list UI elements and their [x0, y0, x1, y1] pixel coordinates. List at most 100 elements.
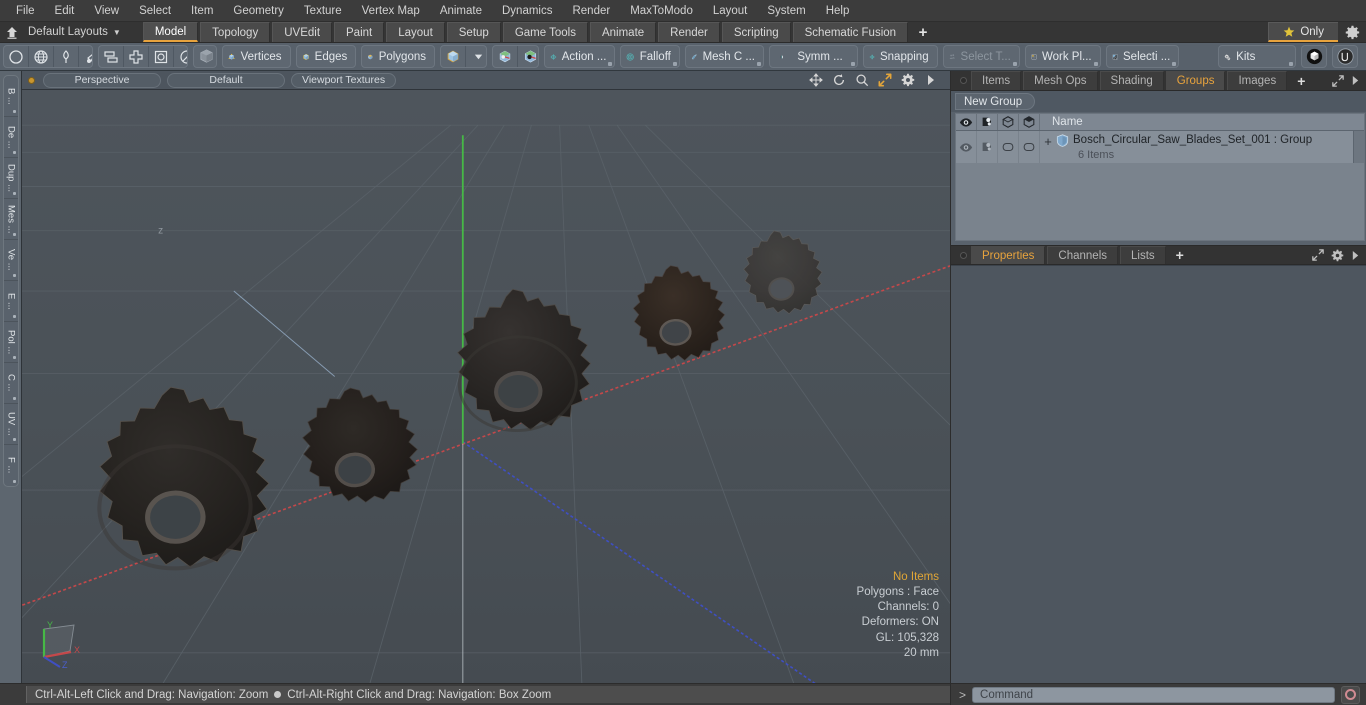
vtab-polygon[interactable]: Pol ... — [4, 322, 18, 363]
globe-icon[interactable] — [29, 46, 54, 67]
add-panel-tab-button[interactable]: + — [1289, 71, 1313, 90]
play-arrow-icon[interactable] — [924, 73, 938, 87]
menu-item-geometry[interactable]: Geometry — [223, 0, 294, 22]
snapping-inner[interactable]: Snapping — [864, 46, 937, 67]
action-center-button[interactable]: Action ... — [543, 45, 616, 68]
vtab-mesh-edit[interactable]: Mes ... — [4, 199, 18, 240]
tab-model[interactable]: Model — [142, 22, 199, 42]
play-arrow-icon[interactable] — [1351, 75, 1360, 86]
tab-setup[interactable]: Setup — [446, 22, 501, 42]
row-lock-toggle[interactable] — [998, 131, 1019, 163]
tab-topology[interactable]: Topology — [200, 22, 271, 42]
selection-mode-vertices-button[interactable]: Vertices — [223, 46, 289, 67]
viewport-shading-mode[interactable]: Viewport Textures — [291, 72, 397, 88]
eye-icon[interactable] — [956, 114, 977, 130]
kits-corner-dot[interactable] — [1289, 62, 1294, 66]
new-group-button[interactable]: New Group — [955, 93, 1036, 110]
cube-blue-icon[interactable] — [441, 46, 466, 67]
selection-sets-corner-dot[interactable] — [1172, 62, 1177, 66]
vtab-duplicate[interactable]: Dup ... — [4, 158, 18, 199]
tab-animate[interactable]: Animate — [589, 22, 657, 42]
menu-item-select[interactable]: Select — [129, 0, 181, 22]
vtab-deform[interactable]: De ... — [4, 117, 18, 158]
selection-sets-button[interactable]: Selecti ... — [1105, 45, 1180, 68]
expand-arrows-icon[interactable] — [1332, 74, 1344, 87]
unreal-u-icon[interactable] — [1333, 46, 1357, 67]
panel-knob-icon[interactable] — [955, 71, 971, 90]
bezier-icon[interactable] — [79, 46, 93, 67]
only-toggle-button[interactable]: Only — [1268, 22, 1338, 42]
tab-images[interactable]: Images — [1227, 71, 1288, 90]
menu-item-system[interactable]: System — [757, 0, 815, 22]
kits-inner[interactable]: Kits — [1219, 46, 1295, 67]
menu-item-dynamics[interactable]: Dynamics — [492, 0, 562, 22]
polygon-cube-alt-icon[interactable] — [1019, 114, 1040, 130]
tab-layout[interactable]: Layout — [386, 22, 445, 42]
work-plane-inner[interactable]: Work Pl... — [1026, 46, 1100, 67]
vtab-curve[interactable]: C ... — [4, 363, 18, 404]
menu-item-view[interactable]: View — [84, 0, 129, 22]
expand-arrows-icon[interactable] — [1312, 249, 1324, 261]
modo-ball-icon[interactable] — [1302, 46, 1326, 67]
cube-grey-icon[interactable] — [194, 46, 216, 67]
tab-uvedit[interactable]: UVEdit — [272, 22, 333, 42]
menu-item-texture[interactable]: Texture — [294, 0, 352, 22]
select-through-button[interactable]: Select T... — [942, 45, 1020, 68]
align-cross-icon[interactable] — [124, 46, 150, 67]
menu-item-layout[interactable]: Layout — [703, 0, 758, 22]
tab-lists[interactable]: Lists — [1120, 246, 1166, 264]
falloff-corner-dot[interactable] — [672, 62, 677, 66]
action-center-inner[interactable]: Action ... — [545, 46, 614, 67]
viewport-view-mode[interactable]: Perspective — [43, 72, 161, 88]
select-through-corner-dot[interactable] — [1012, 62, 1017, 66]
play-arrow-icon[interactable] — [1351, 250, 1360, 261]
radial-icon[interactable] — [174, 46, 188, 67]
home-icon[interactable] — [0, 22, 24, 42]
pen-icon[interactable] — [54, 46, 79, 67]
menu-item-animate[interactable]: Animate — [430, 0, 492, 22]
tab-game-tools[interactable]: Game Tools — [502, 22, 588, 42]
fit-arrows-icon[interactable] — [878, 73, 892, 87]
center-square-icon[interactable] — [149, 46, 175, 67]
layouts-dropdown[interactable]: Default Layouts ▼ — [24, 22, 129, 42]
tab-channels[interactable]: Channels — [1047, 246, 1119, 264]
add-tab-button[interactable]: + — [910, 22, 936, 42]
menu-item-help[interactable]: Help — [816, 0, 860, 22]
menu-item-item[interactable]: Item — [181, 0, 223, 22]
vtab-edge[interactable]: E ... — [4, 281, 18, 322]
properties-knob-icon[interactable] — [955, 246, 971, 264]
row-expand-toggle[interactable]: + — [1040, 133, 1056, 150]
vtab-fusion[interactable]: F ... — [4, 445, 18, 486]
align-stack-icon[interactable] — [99, 46, 125, 67]
cube-pivot-a-icon[interactable] — [493, 46, 518, 67]
gear-icon[interactable] — [1331, 249, 1344, 262]
zoom-magnifier-icon[interactable] — [855, 73, 869, 87]
unreal-bridge-button[interactable] — [1332, 45, 1358, 68]
mesh-constraint-corner-dot[interactable] — [756, 62, 761, 66]
work-plane-button[interactable]: Work Pl... — [1024, 45, 1101, 68]
selection-mode-edges[interactable]: Edges — [295, 45, 357, 68]
selection-mode-polygons[interactable]: Polygons — [361, 45, 435, 68]
tab-mesh-ops[interactable]: Mesh Ops — [1023, 71, 1098, 90]
list-scrollbar[interactable] — [1353, 131, 1364, 163]
row-render-toggle[interactable] — [977, 131, 998, 163]
polygon-cube-icon[interactable] — [998, 114, 1019, 130]
add-properties-tab-button[interactable]: + — [1168, 246, 1192, 264]
menu-item-edit[interactable]: Edit — [45, 0, 85, 22]
tab-properties[interactable]: Properties — [971, 246, 1046, 264]
tab-shading[interactable]: Shading — [1099, 71, 1164, 90]
row-visibility-toggle[interactable] — [956, 131, 977, 163]
work-plane-corner-dot[interactable] — [1093, 62, 1098, 66]
command-input[interactable]: Command — [972, 686, 1335, 703]
falloff-inner[interactable]: Falloff — [621, 46, 678, 67]
mesh-constraint-inner[interactable]: Mesh C ... — [686, 46, 763, 67]
render-icon[interactable] — [977, 114, 998, 130]
chevron-down-icon[interactable] — [466, 46, 486, 67]
falloff-button[interactable]: Falloff — [620, 45, 680, 68]
mesh-constraint-button[interactable]: Mesh C ... — [684, 45, 764, 68]
menu-item-maxtomodo[interactable]: MaxToModo — [620, 0, 703, 22]
symmetry-button[interactable]: Symm ... — [768, 45, 858, 68]
gear-icon[interactable] — [901, 73, 915, 87]
selection-mode-polygons-button[interactable]: Polygons — [362, 46, 434, 67]
table-row[interactable]: + Bosch_Circular_Saw_Blades_Set_001 : Gr… — [956, 131, 1364, 163]
